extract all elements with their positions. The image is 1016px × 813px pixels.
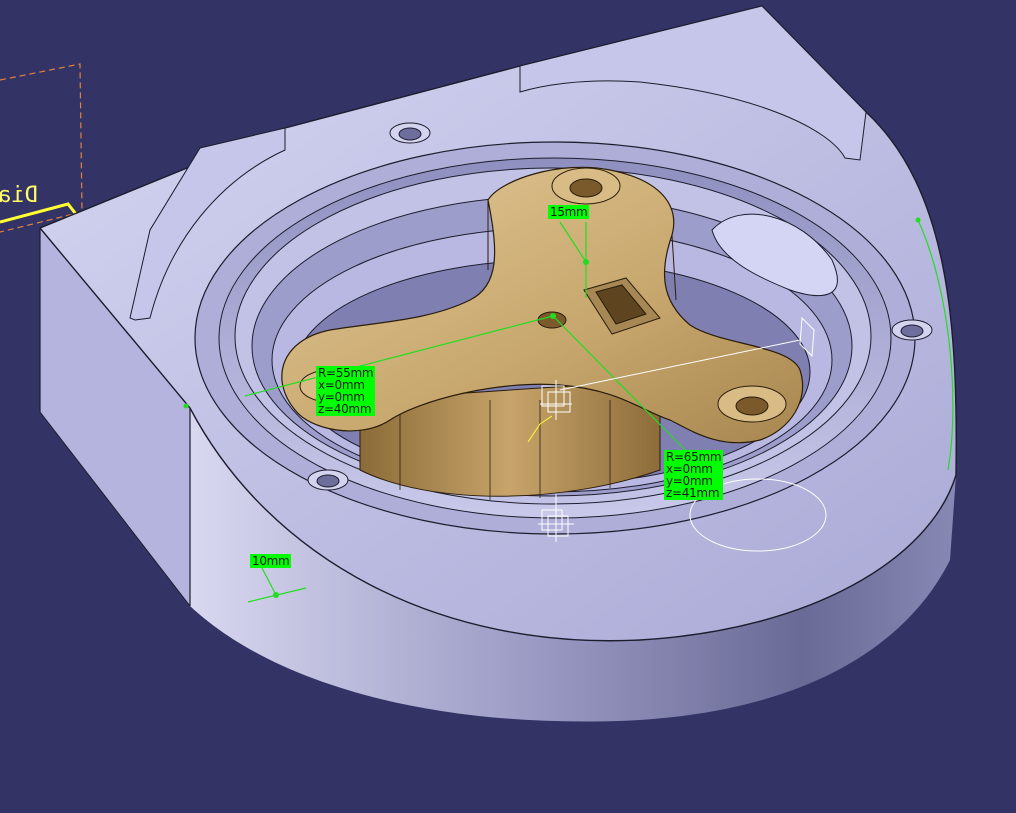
mounting-hole — [307, 469, 349, 491]
3d-viewport[interactable]: Dia 15mm 10mm R=55mm x=0mm y=0mm z=40mm … — [0, 0, 1016, 809]
circle-r65-z: z=41mm — [666, 486, 720, 500]
mounting-hole — [389, 122, 431, 144]
circle-r65-label[interactable]: R=65mm x=0mm y=0mm z=41mm — [664, 450, 724, 500]
thickness-15-label[interactable]: 15mm — [548, 205, 590, 219]
thickness-10-label[interactable]: 10mm — [250, 554, 292, 568]
circle-r55-label[interactable]: R=55mm x=0mm y=0mm z=40mm — [316, 366, 376, 416]
sketch-label: Dia — [0, 183, 38, 208]
mounting-hole — [891, 319, 933, 341]
circle-r55-z: z=40mm — [318, 402, 372, 416]
